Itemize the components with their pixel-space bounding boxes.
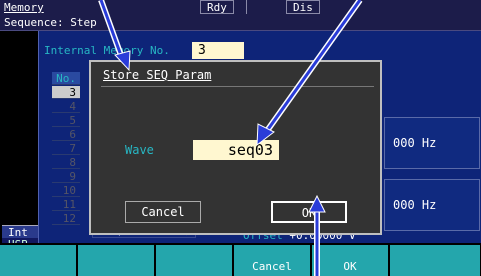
arrow-to-title: [98, 0, 131, 72]
arrow-to-ok-button: [308, 194, 326, 276]
arrow-to-wave-field: [256, 0, 363, 147]
annotation-arrows: [98, 0, 363, 276]
